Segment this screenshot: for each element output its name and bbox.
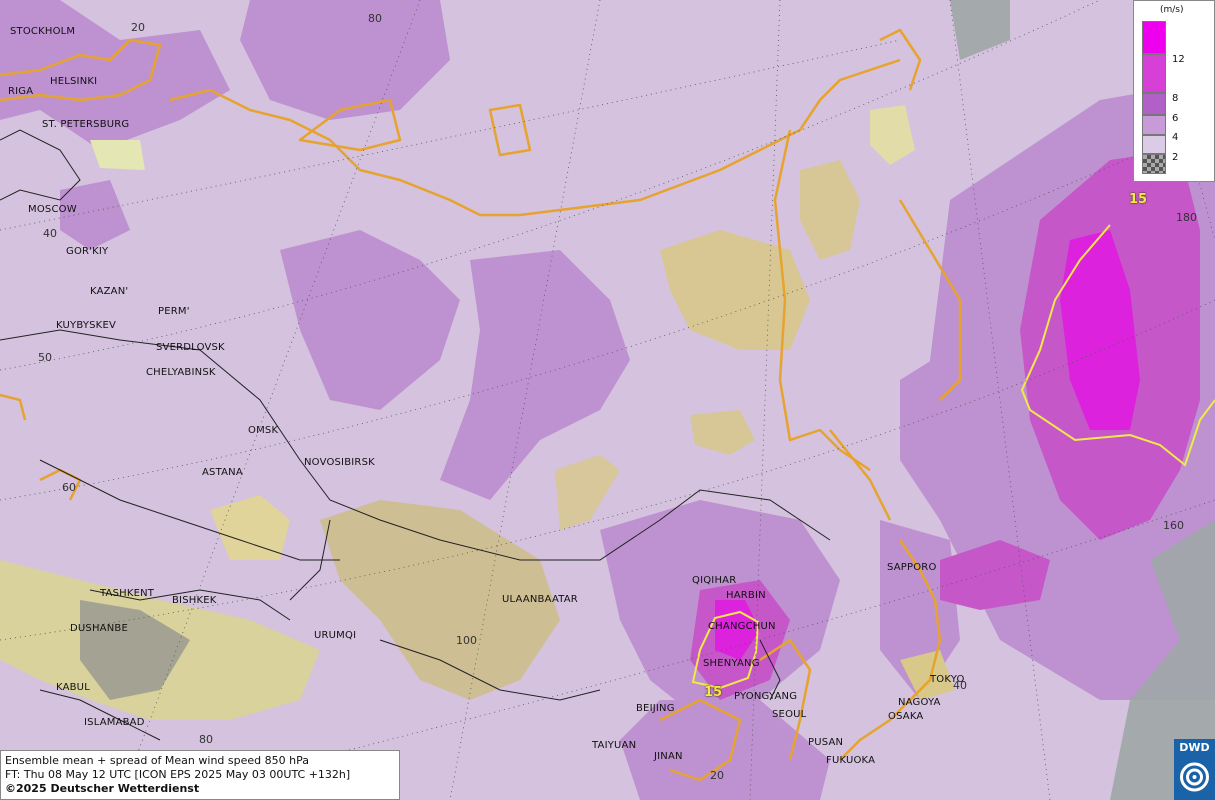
city-label: KABUL [56,682,90,693]
city-label: HARBIN [726,590,766,601]
legend-unit: (m/s) [1160,5,1184,15]
grid-label: 80 [199,733,213,746]
legend-swatch [1142,115,1166,135]
grid-label: 20 [131,21,145,34]
map-info-box: Ensemble mean + spread of Mean wind spee… [0,750,400,800]
isoline-label: 15 [704,685,723,700]
legend-swatch [1142,93,1166,115]
grid-label: 180 [1176,211,1197,224]
city-label: QIQIHAR [692,575,737,586]
city-label: PERM' [158,306,190,317]
city-label: KUYBYSKEV [56,320,117,331]
legend-label: 2 [1172,152,1179,163]
grid-label: 100 [456,634,477,647]
city-label: ISLAMABAD [84,717,145,728]
grid-label: 40 [953,679,967,692]
city-label: ST. PETERSBURG [42,119,130,130]
city-label: BEIJING [636,703,675,714]
grid-label: 20 [710,769,724,782]
city-label: ULAANBAATAR [502,594,578,605]
legend-swatch [1142,54,1166,93]
isoline-label: 15 [1129,192,1148,207]
dwd-logo: DWD [1174,739,1215,800]
city-label: FUKUOKA [826,755,876,766]
city-label: SHENYANG [703,658,760,669]
city-label: SVERDLOVSK [156,342,225,353]
legend-swatch [1142,21,1166,54]
city-label: NOVOSIBIRSK [304,457,375,468]
city-label: JINAN [654,751,683,762]
grid-label: 80 [368,12,382,25]
swirl-icon [1180,762,1209,792]
grid-label: 40 [43,227,57,240]
legend-label: 12 [1172,54,1185,65]
city-label: MOSCOW [28,204,77,215]
city-label: BISHKEK [172,595,217,606]
grid-label: 160 [1163,519,1184,532]
city-label: RIGA [8,86,34,97]
grid-label: 50 [38,351,52,364]
city-label: OSAKA [888,711,924,722]
city-label: GOR'KIY [66,246,109,257]
legend-label: 4 [1172,132,1179,143]
city-label: PYONGYANG [734,691,798,702]
city-label: CHANGCHUN [708,621,776,632]
city-label: HELSINKI [50,76,98,87]
city-label: TASHKENT [100,588,155,599]
legend-label: 6 [1172,113,1179,124]
city-label: STOCKHOLM [10,26,76,37]
city-label: DUSHANBE [70,623,128,634]
city-label: SAPPORO [887,562,937,573]
city-label: KAZAN' [90,286,129,297]
logo-text: DWD [1179,741,1210,754]
city-label: SEOUL [772,709,807,720]
color-legend: (m/s) 12 8 6 4 2 [1133,0,1215,182]
weather-map [0,0,1215,800]
city-label: OMSK [248,425,279,436]
copyright: ©2025 Deutscher Wetterdienst [5,782,200,795]
legend-label: 8 [1172,93,1179,104]
city-label: ASTANA [202,467,243,478]
city-label: TAIYUAN [592,740,637,751]
city-label: URUMQI [314,630,357,641]
city-label: PUSAN [808,737,844,748]
grid-label: 60 [62,481,76,494]
city-label: NAGOYA [898,697,941,708]
city-label: CHELYABINSK [146,367,216,378]
legend-swatch [1142,135,1166,154]
legend-swatch-checker [1142,154,1166,174]
